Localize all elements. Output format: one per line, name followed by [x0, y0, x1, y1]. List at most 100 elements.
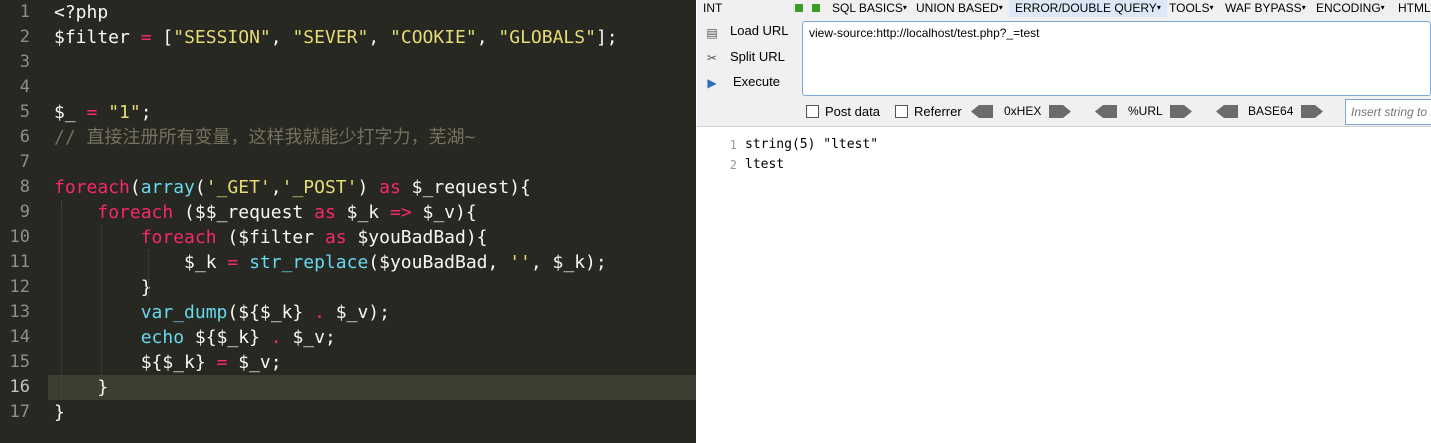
code-token: array [140, 177, 195, 198]
code-token: = [216, 352, 228, 373]
execute-button[interactable]: Execute [733, 74, 780, 89]
menu-html[interactable]: HTML [1398, 0, 1431, 17]
menu-encoding[interactable]: ENCODING▾ [1316, 0, 1385, 17]
line-number: 16 [9, 377, 30, 397]
indent-guide [101, 225, 102, 375]
code-line[interactable]: $filter = ["SESSION", "SEVER", "COOKIE",… [0, 25, 696, 50]
code-token: "1" [108, 102, 141, 123]
decrease-icon[interactable] [795, 4, 803, 12]
output-line: ltest [745, 157, 785, 172]
hex-decode-icon[interactable] [971, 105, 993, 118]
code-token: echo [140, 327, 185, 348]
line-number-gutter: 1 2 3 4 5 6 7 8 9 10 11 12 13 14 15 16 17 [0, 0, 46, 443]
menu-waf-bypass[interactable]: WAF BYPASS▾ [1225, 0, 1306, 17]
code-token: , [368, 27, 391, 48]
line-number: 11 [9, 252, 30, 272]
code-line[interactable]: } [0, 275, 696, 300]
dropdown-arrow-icon: ▾ [1156, 3, 1161, 12]
code-token: foreach [54, 177, 130, 198]
url-decode-icon[interactable] [1095, 105, 1117, 118]
line-number: 9 [19, 202, 30, 222]
line-number: 7 [19, 152, 30, 172]
output-line-number: 1 [729, 138, 737, 152]
dropdown-arrow-icon: ▾ [1301, 3, 1306, 12]
line-number: 8 [19, 177, 30, 197]
code-line[interactable] [0, 150, 696, 175]
output-line: string(5) "ltest" [745, 137, 879, 152]
hex-label: 0xHEX [1004, 104, 1042, 118]
code-token: ($filter [216, 227, 325, 248]
hackbar-menu: INT SQL BASICS▾ UNION BASED▾ ERROR/DOUBL… [697, 0, 1431, 17]
code-editor[interactable]: <?php $filter = ["SESSION", "SEVER", "COO… [0, 0, 696, 443]
post-data-checkbox[interactable] [806, 105, 819, 118]
code-token: ($$_request [173, 202, 315, 223]
code-line[interactable]: var_dump(${$_k} . $_v); [0, 300, 696, 325]
code-line[interactable]: ${$_k} = $_v; [0, 350, 696, 375]
split-url-button[interactable]: Split URL [730, 49, 785, 64]
indent-guide [61, 200, 62, 400]
code-line[interactable]: $_ = "1"; [0, 100, 696, 125]
code-token: ; [140, 102, 152, 123]
increase-icon[interactable] [812, 4, 820, 12]
url-input[interactable] [802, 21, 1431, 96]
code-token: // 直接注册所有变量，这样我就能少打字力，芜湖~ [54, 127, 476, 148]
menu-sql-basics[interactable]: SQL BASICS▾ [832, 0, 907, 17]
output-line-number: 2 [729, 158, 737, 172]
code-line[interactable] [0, 75, 696, 100]
code-line[interactable]: foreach ($filter as $youBadBad){ [0, 225, 696, 250]
code-token: '' [509, 252, 531, 273]
browser-window: INT SQL BASICS▾ UNION BASED▾ ERROR/DOUBL… [697, 0, 1431, 443]
menu-error-double-query[interactable]: ERROR/DOUBLE QUERY▾ [1009, 0, 1167, 17]
menu-tools[interactable]: TOOLS▾ [1169, 0, 1213, 17]
line-number: 10 [9, 227, 30, 247]
hackbar-panel: ▤ Load URL ✂ Split URL ▶ Execute Post da… [697, 17, 1431, 127]
referrer-checkbox[interactable] [895, 105, 908, 118]
hex-encode-icon[interactable] [1049, 105, 1071, 118]
code-line[interactable]: echo ${$_k} . $_v; [0, 325, 696, 350]
line-number: 14 [9, 327, 30, 347]
code-token: $_request){ [400, 177, 531, 198]
code-line[interactable] [0, 50, 696, 75]
code-token: "SESSION" [173, 27, 271, 48]
code-lines[interactable]: <?php $filter = ["SESSION", "SEVER", "COO… [0, 0, 696, 443]
menu-union-based[interactable]: UNION BASED▾ [916, 0, 1003, 17]
code-token: str_replace [249, 252, 369, 273]
code-line[interactable]: <?php [0, 0, 696, 25]
code-line[interactable]: // 直接注册所有变量，这样我就能少打字力，芜湖~ [0, 125, 696, 150]
code-token: , [270, 177, 282, 198]
code-token: = [227, 252, 239, 273]
code-token: $_ [54, 102, 87, 123]
base64-encode-icon[interactable] [1301, 105, 1323, 118]
int-select[interactable]: INT [703, 0, 722, 17]
code-token: [ [151, 27, 174, 48]
load-url-icon[interactable]: ▤ [704, 25, 720, 41]
line-number: 4 [19, 77, 30, 97]
code-line[interactable]: } [48, 375, 696, 400]
code-token: ( [194, 177, 206, 198]
code-token: $_v){ [411, 202, 477, 223]
post-data-label: Post data [825, 104, 880, 119]
code-token: "COOKIE" [390, 27, 477, 48]
code-token: foreach [140, 227, 217, 248]
code-token: foreach [97, 202, 174, 223]
execute-icon[interactable]: ▶ [704, 75, 720, 91]
insert-string-input[interactable] [1345, 99, 1431, 125]
code-line[interactable]: foreach(array('_GET','_POST') as $_reque… [0, 175, 696, 200]
line-number: 3 [19, 52, 30, 72]
code-line[interactable]: $_k = str_replace($youBadBad, '', $_k); [0, 250, 696, 275]
code-token: $_v); [324, 302, 390, 323]
dropdown-arrow-icon: ▾ [998, 3, 1003, 12]
base64-decode-icon[interactable] [1216, 105, 1238, 118]
code-token: ( [129, 177, 141, 198]
code-line[interactable]: foreach ($$_request as $_k => $_v){ [0, 200, 696, 225]
load-url-button[interactable]: Load URL [730, 23, 789, 38]
code-line[interactable]: } [0, 400, 696, 425]
split-url-icon[interactable]: ✂ [704, 50, 720, 66]
code-token: = [140, 27, 152, 48]
dropdown-arrow-icon: ▾ [902, 3, 907, 12]
code-token: => [389, 202, 412, 223]
url-encode-icon[interactable] [1170, 105, 1192, 118]
